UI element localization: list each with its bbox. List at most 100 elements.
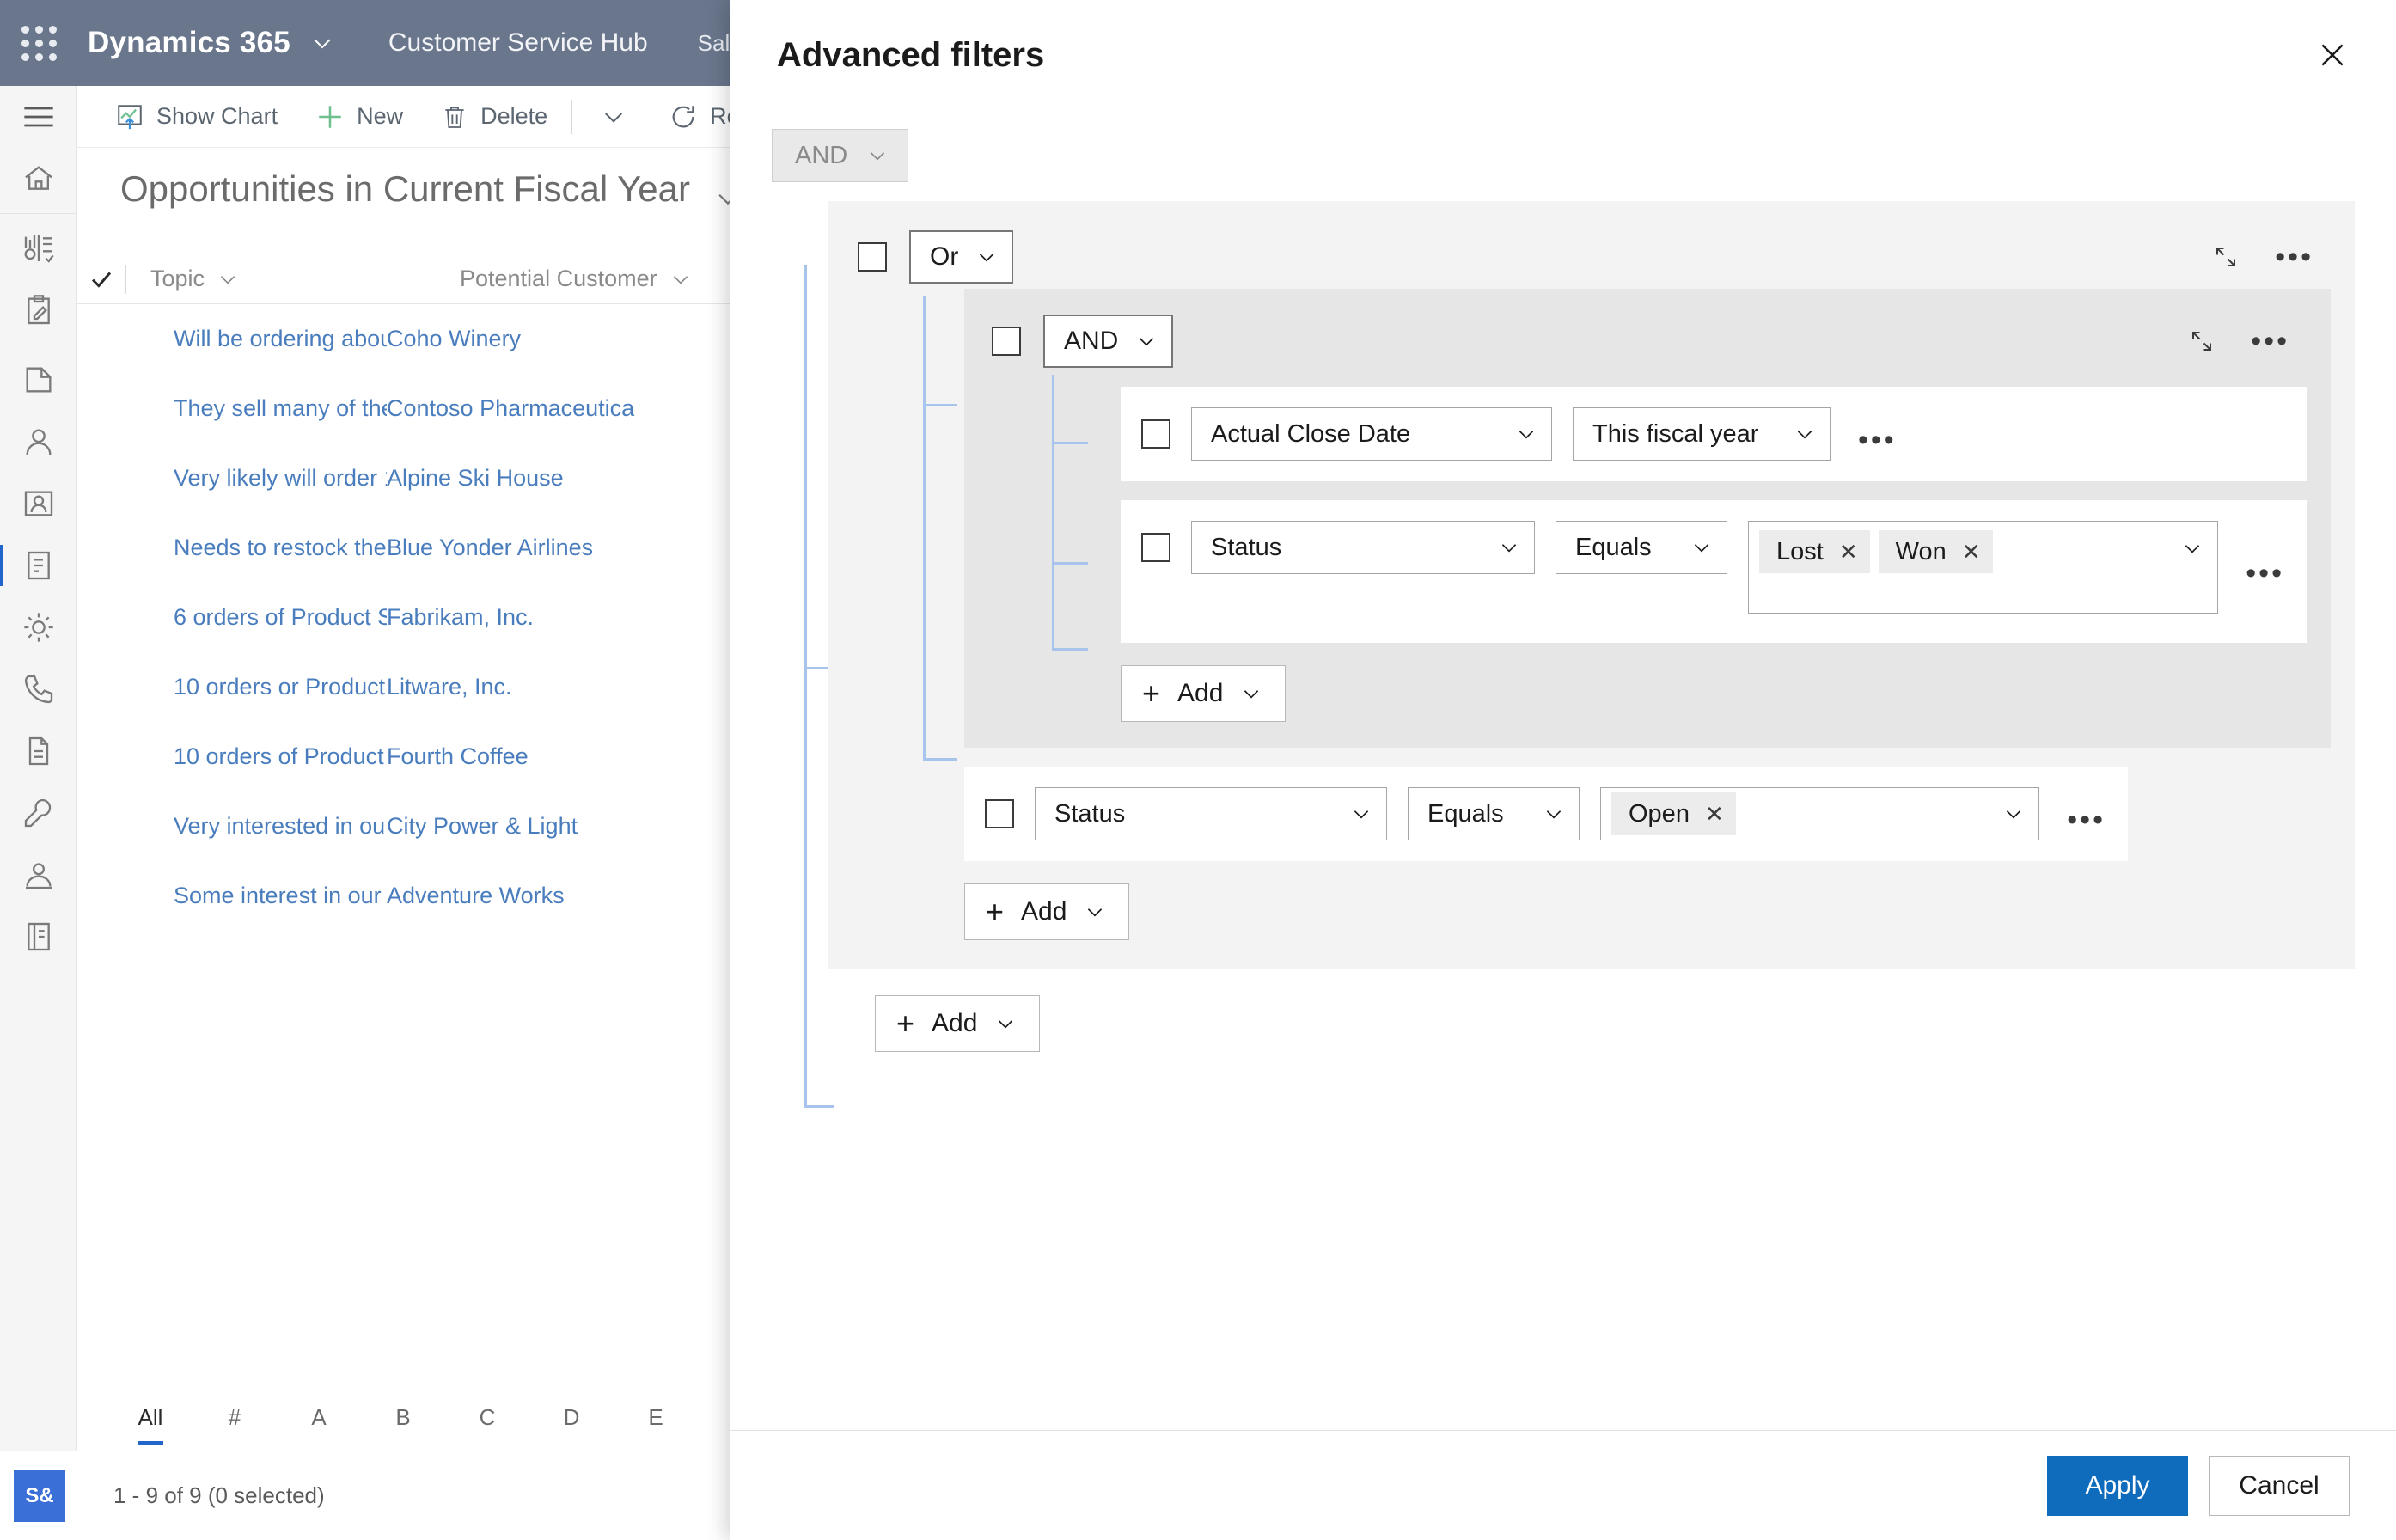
chevron-down-icon[interactable]	[309, 30, 335, 56]
add-condition-outer-label: Add	[1021, 897, 1067, 926]
new-button[interactable]: New	[296, 93, 422, 141]
app-launcher-button[interactable]	[0, 25, 77, 61]
row-topic[interactable]: Some interest in our JJ line o	[77, 883, 387, 909]
sidebar-item-activities[interactable]	[0, 279, 77, 341]
row-customer[interactable]: Litware, Inc.	[387, 674, 512, 700]
more-options-icon[interactable]: •••	[2268, 242, 2320, 272]
case-folder-icon	[21, 363, 56, 397]
root-operator-label: AND	[795, 141, 848, 169]
row-topic[interactable]: Very interested in our produ	[77, 813, 387, 840]
filter-condition-row: Status Equals Open ✕ •••	[964, 767, 2128, 861]
alpha-filter-e[interactable]: E	[614, 1404, 698, 1431]
filter-field-select[interactable]: Status	[1035, 787, 1387, 840]
alpha-filter-b[interactable]: B	[361, 1404, 445, 1431]
filter-condition-checkbox[interactable]	[1141, 533, 1170, 562]
row-topic[interactable]: 10 orders of Product SKU JJ2	[77, 743, 387, 770]
sidebar-item-accounts[interactable]	[0, 411, 77, 473]
alpha-filter-a[interactable]: A	[277, 1404, 361, 1431]
alpha-filter-c[interactable]: C	[445, 1404, 529, 1431]
add-condition-root-button[interactable]: + Add	[875, 995, 1041, 1052]
sidebar-item-phone-calls[interactable]	[0, 658, 77, 720]
sidebar-item-settings[interactable]	[0, 596, 77, 658]
select-all-checkbox[interactable]	[77, 266, 125, 292]
filter-value-token[interactable]: Won ✕	[1878, 530, 1993, 573]
row-customer[interactable]: Fourth Coffee	[387, 743, 529, 770]
more-options-icon[interactable]: •••	[1851, 425, 1904, 455]
show-chart-button[interactable]: Show Chart	[96, 93, 296, 141]
row-topic[interactable]: Needs to restock their suppl	[77, 535, 387, 561]
more-options-icon[interactable]: •••	[2244, 327, 2296, 356]
row-topic[interactable]: 10 orders or Product SKU AX	[77, 674, 387, 700]
alpha-filter-d[interactable]: D	[529, 1404, 614, 1431]
sidebar-item-service[interactable]	[0, 844, 77, 906]
more-options-icon[interactable]: •••	[2060, 805, 2112, 834]
connector-line	[923, 296, 926, 760]
row-customer[interactable]: Fabrikam, Inc.	[387, 604, 534, 631]
collapse-icon[interactable]	[2189, 328, 2215, 354]
filter-group-inner-operator-select[interactable]: AND	[1043, 315, 1174, 368]
row-topic[interactable]: Will be ordering about 110 i	[77, 326, 387, 352]
delete-more-button[interactable]	[578, 103, 650, 131]
alpha-filter-hash[interactable]: #	[193, 1404, 277, 1431]
remove-token-icon[interactable]: ✕	[1962, 541, 1981, 563]
chevron-down-icon[interactable]	[2002, 803, 2025, 825]
delete-button[interactable]: Delete	[422, 93, 566, 141]
screen: Dynamics 365 Customer Service Hub Sales …	[0, 0, 2396, 1540]
filter-condition-checkbox[interactable]	[985, 799, 1014, 828]
filter-builder: AND Or ••• AND ••• Actual Close Date Thi…	[730, 110, 2396, 1430]
filter-field-select[interactable]: Actual Close Date	[1191, 407, 1552, 461]
sidebar-item-tools[interactable]	[0, 782, 77, 844]
row-customer[interactable]: City Power & Light	[387, 813, 578, 840]
avatar[interactable]: S&	[14, 1470, 65, 1522]
filter-operator-select[interactable]: Equals	[1556, 521, 1727, 574]
close-button[interactable]	[2315, 38, 2350, 72]
row-topic[interactable]: They sell many of the same i	[77, 395, 387, 422]
filter-value-token[interactable]: Lost ✕	[1759, 530, 1870, 573]
column-header-topic[interactable]: Topic	[126, 266, 436, 292]
connector-line	[1052, 442, 1088, 444]
alpha-filter-all[interactable]: All	[108, 1404, 193, 1445]
chevron-down-icon[interactable]	[2181, 537, 2203, 559]
show-chart-label: Show Chart	[156, 103, 278, 129]
add-condition-outer-button[interactable]: + Add	[964, 883, 1130, 940]
column-header-potential-customer[interactable]: Potential Customer	[436, 266, 692, 292]
filter-value-multiselect[interactable]: Open ✕	[1600, 787, 2040, 840]
filter-operator-select[interactable]: This fiscal year	[1573, 407, 1831, 461]
filter-operator-select[interactable]: Equals	[1408, 787, 1580, 840]
filter-group-outer-checkbox[interactable]	[858, 242, 887, 272]
dialog-header: Advanced filters	[730, 0, 2396, 110]
row-topic[interactable]: Very likely will order 18 Proc	[77, 465, 387, 492]
filter-field-select[interactable]: Status	[1191, 521, 1535, 574]
add-condition-inner-button[interactable]: + Add	[1121, 665, 1287, 722]
remove-token-icon[interactable]: ✕	[1839, 541, 1858, 563]
sidebar-item-home[interactable]	[0, 148, 77, 210]
apply-button[interactable]: Apply	[2047, 1455, 2188, 1516]
sidebar-item-contacts[interactable]	[0, 473, 77, 535]
more-options-icon[interactable]: •••	[2239, 559, 2291, 588]
filter-condition-checkbox[interactable]	[1141, 419, 1170, 449]
filter-operator-label: Equals	[1427, 799, 1504, 828]
filter-group-inner-checkbox[interactable]	[992, 327, 1021, 356]
filter-field-label: Status	[1054, 799, 1126, 828]
sidebar-item-documents[interactable]	[0, 720, 77, 782]
row-customer[interactable]: Alpine Ski House	[387, 465, 564, 492]
cancel-button[interactable]: Cancel	[2209, 1455, 2350, 1516]
row-customer[interactable]: Adventure Works	[387, 883, 565, 909]
remove-token-icon[interactable]: ✕	[1705, 803, 1724, 825]
delete-label: Delete	[480, 103, 548, 129]
filter-group-outer-operator-select[interactable]: Or	[909, 230, 1014, 284]
row-customer[interactable]: Blue Yonder Airlines	[387, 535, 593, 561]
filter-value-multiselect[interactable]: Lost ✕ Won ✕	[1748, 521, 2219, 614]
sidebar-item-opportunities[interactable]	[0, 535, 77, 596]
sidebar-item-reports[interactable]	[0, 906, 77, 968]
sidebar-item-dashboards[interactable]	[0, 217, 77, 279]
row-topic[interactable]: 6 orders of Product SKU JJ20	[77, 604, 387, 631]
sidebar-item-cases[interactable]	[0, 349, 77, 411]
row-customer[interactable]: Coho Winery	[387, 326, 521, 352]
sidebar-item-site-map-toggle[interactable]	[0, 86, 77, 148]
row-customer[interactable]: Contoso Pharmaceutica	[387, 395, 634, 422]
filter-value-token[interactable]: Open ✕	[1611, 792, 1736, 835]
root-operator-select[interactable]: AND	[772, 129, 909, 182]
phone-icon	[21, 672, 56, 706]
collapse-icon[interactable]	[2213, 244, 2239, 270]
